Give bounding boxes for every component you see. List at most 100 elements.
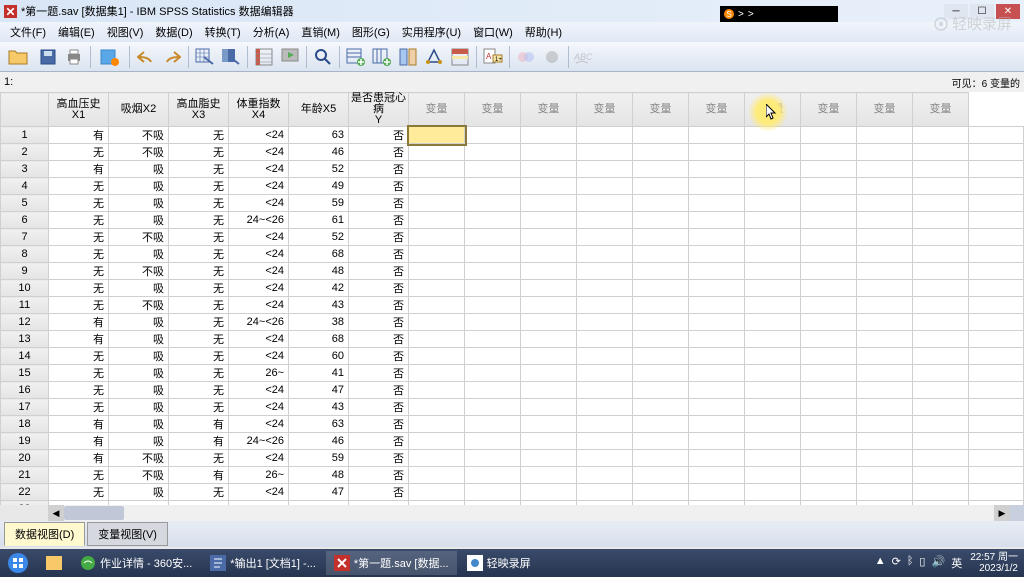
empty-cell[interactable] [577,433,633,450]
cell[interactable]: 吸 [109,348,169,365]
cell[interactable]: 不吸 [109,450,169,467]
tray-bt-icon[interactable]: ᛒ [907,555,914,571]
col-y[interactable]: 是否患冠心病Y [349,93,409,127]
cell[interactable]: 无 [49,484,109,501]
cell[interactable]: 无 [169,127,229,144]
menu-file[interactable]: 文件(F) [4,22,52,42]
empty-cell[interactable] [745,382,801,399]
cell[interactable]: 有 [49,314,109,331]
empty-cell[interactable] [465,433,521,450]
empty-cell[interactable] [409,144,465,161]
empty-cell[interactable] [689,348,745,365]
empty-cell[interactable] [577,348,633,365]
empty-cell[interactable] [913,416,969,433]
row-number[interactable]: 3 [1,161,49,178]
row-number[interactable]: 12 [1,314,49,331]
empty-cell[interactable] [409,178,465,195]
row-number[interactable]: 22 [1,484,49,501]
cell[interactable]: 26~ [229,365,289,382]
empty-cell[interactable] [801,314,857,331]
empty-cell[interactable] [689,416,745,433]
cell[interactable]: 47 [289,484,349,501]
empty-cell[interactable] [689,178,745,195]
table-row[interactable]: 17无吸无<2443否 [1,399,1024,416]
empty-cell[interactable] [801,416,857,433]
empty-cell[interactable] [745,280,801,297]
cell[interactable]: <24 [229,263,289,280]
empty-cell[interactable] [857,229,913,246]
cell[interactable]: 无 [49,178,109,195]
empty-cell[interactable] [745,433,801,450]
cell[interactable]: 26~ [229,467,289,484]
cell[interactable]: 吸 [109,246,169,263]
empty-cell[interactable] [969,263,1024,280]
empty-cell[interactable] [521,229,577,246]
tab-variable-view[interactable]: 变量视图(V) [87,522,168,546]
cell[interactable]: 吸 [109,365,169,382]
empty-cell[interactable] [913,365,969,382]
row-number[interactable]: 2 [1,144,49,161]
empty-cell[interactable] [633,212,689,229]
cell[interactable]: 吸 [109,195,169,212]
empty-cell[interactable] [465,467,521,484]
empty-cell[interactable] [745,399,801,416]
cell[interactable]: 不吸 [109,144,169,161]
start-button[interactable] [0,549,36,577]
empty-cell[interactable] [745,297,801,314]
empty-cell[interactable] [689,331,745,348]
cell[interactable]: 47 [289,382,349,399]
cell[interactable]: <24 [229,144,289,161]
table-row[interactable]: 2无不吸无<2446否 [1,144,1024,161]
empty-cell[interactable] [745,178,801,195]
cell[interactable]: 不吸 [109,263,169,280]
empty-cell[interactable] [465,246,521,263]
cell[interactable]: 48 [289,263,349,280]
col-virtual[interactable]: 变量 [913,93,969,127]
cell[interactable]: 无 [169,365,229,382]
cell[interactable]: 68 [289,331,349,348]
task-spss-output[interactable]: *输出1 [文档1] -... [202,551,324,575]
cell[interactable]: 无 [169,280,229,297]
empty-cell[interactable] [633,365,689,382]
empty-cell[interactable] [857,263,913,280]
cell[interactable]: 24~<26 [229,433,289,450]
col-x2[interactable]: 吸烟X2 [109,93,169,127]
empty-cell[interactable] [801,348,857,365]
empty-cell[interactable] [577,484,633,501]
cell[interactable]: 吸 [109,331,169,348]
cell[interactable]: 有 [49,331,109,348]
cell[interactable]: 无 [169,144,229,161]
row-number[interactable]: 4 [1,178,49,195]
empty-cell[interactable] [409,195,465,212]
menu-direct[interactable]: 直销(M) [295,22,346,42]
cell[interactable]: 吸 [109,178,169,195]
row-number[interactable]: 19 [1,433,49,450]
empty-cell[interactable] [465,297,521,314]
empty-cell[interactable] [577,127,633,144]
menu-help[interactable]: 帮助(H) [519,22,568,42]
cell[interactable]: 无 [49,229,109,246]
empty-cell[interactable] [465,450,521,467]
empty-cell[interactable] [969,297,1024,314]
horizontal-scrollbar[interactable]: ◀ ▶ [0,505,1024,521]
cell[interactable]: 无 [49,348,109,365]
empty-cell[interactable] [745,212,801,229]
empty-cell[interactable] [521,161,577,178]
cell[interactable]: 否 [349,246,409,263]
empty-cell[interactable] [689,144,745,161]
cell[interactable]: 无 [49,195,109,212]
empty-cell[interactable] [913,297,969,314]
empty-cell[interactable] [577,280,633,297]
table-row[interactable]: 5无吸无<2459否 [1,195,1024,212]
table-row[interactable]: 13有吸无<2468否 [1,331,1024,348]
cell[interactable]: 无 [49,467,109,484]
col-x4[interactable]: 体重指数X4 [229,93,289,127]
undo-button[interactable] [134,45,158,69]
col-x5[interactable]: 年龄X5 [289,93,349,127]
insert-case-button[interactable] [344,45,368,69]
empty-cell[interactable] [633,484,689,501]
empty-cell[interactable] [745,484,801,501]
recall-button[interactable] [95,45,125,69]
empty-cell[interactable] [633,416,689,433]
empty-cell[interactable] [969,365,1024,382]
